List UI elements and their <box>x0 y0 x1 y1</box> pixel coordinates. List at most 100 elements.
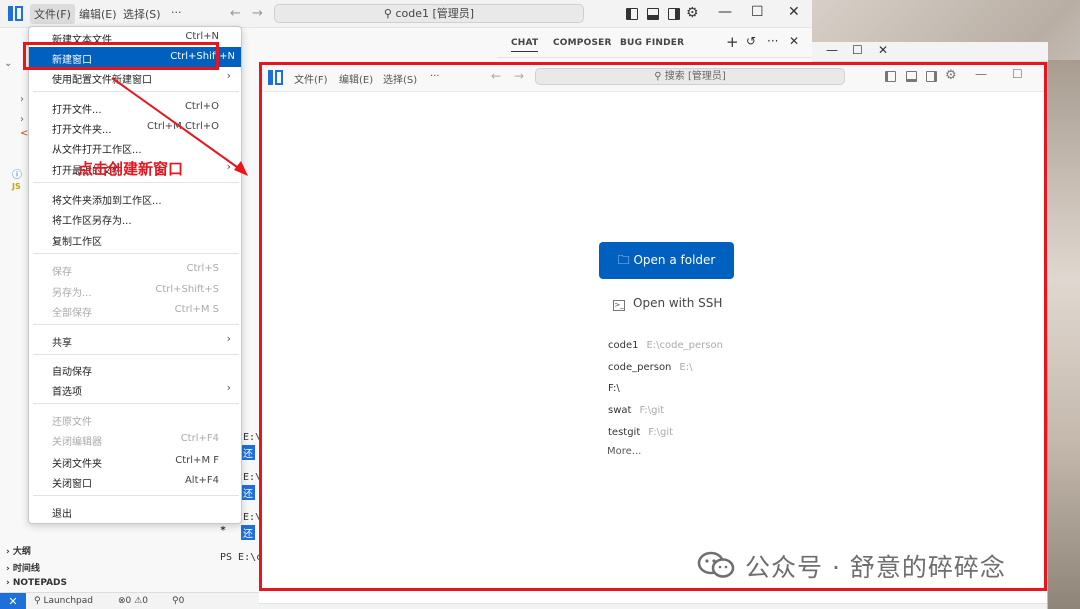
desktop-background-strip <box>1048 60 1080 609</box>
menu-item-label: 使用配置文件新建窗口 <box>52 75 152 86</box>
chevron-down-icon[interactable]: ⌄ <box>4 58 12 69</box>
menu-item-auto-save[interactable]: 自动保存 <box>29 359 241 379</box>
ports-status[interactable]: ⚲0 <box>172 596 184 606</box>
highlight-box-new-window-result <box>259 62 1047 591</box>
terminal-bullet: * <box>220 525 227 536</box>
section-outline[interactable]: › 大纲 <box>6 544 31 557</box>
toggle-sidebar-icon[interactable] <box>626 8 638 20</box>
menu-item-label: 退出 <box>52 509 72 520</box>
toggle-panel-icon[interactable] <box>647 8 659 20</box>
menu-item-save-as: 另存为... Ctrl+Shift+S <box>29 280 241 300</box>
remote-icon[interactable]: ✕ <box>0 593 26 609</box>
menu-item-open-folder[interactable]: 打开文件夹... Ctrl+M Ctrl+O <box>29 117 241 137</box>
launchpad-label: Launchpad <box>43 596 93 606</box>
menu-item-share[interactable]: 共享 › <box>29 330 241 350</box>
file-js-icon[interactable]: JS <box>12 182 21 191</box>
terminal-highlight: 还 <box>241 445 255 460</box>
menu-item-open-file[interactable]: 打开文件... Ctrl+O <box>29 97 241 117</box>
menu-item-duplicate-workspace[interactable]: 复制工作区 <box>29 229 241 249</box>
history-icon[interactable]: ↺ <box>746 34 756 48</box>
menu-item-label: 关闭文件夹 <box>52 459 102 470</box>
menu-item-close-window[interactable]: 关闭窗口 Alt+F4 <box>29 471 241 491</box>
menu-item-shortcut: Ctrl+M S <box>174 304 219 315</box>
menu-item-label: 关闭窗口 <box>52 479 92 490</box>
menu-item-close-folder[interactable]: 关闭文件夹 Ctrl+M F <box>29 451 241 471</box>
more-icon[interactable]: ··· <box>767 34 778 48</box>
info-icon[interactable]: ⓘ <box>12 166 22 181</box>
back-arrow-icon[interactable]: ← <box>230 6 241 21</box>
annotation-label: 点击创建新窗口 <box>78 160 184 178</box>
section-outline-label: 大纲 <box>12 547 31 557</box>
menu-item-new-window-profile[interactable]: 使用配置文件新建窗口 › <box>29 67 241 87</box>
minimize-icon[interactable]: — <box>826 43 838 57</box>
file-menu-dropdown: 新建文本文件 Ctrl+N 新建窗口 Ctrl+Shift+N 使用配置文件新建窗口… <box>28 26 242 524</box>
maximize-icon[interactable]: ☐ <box>751 4 764 20</box>
menu-item-save-workspace-as[interactable]: 将工作区另存为... <box>29 208 241 228</box>
menu-item-label: 打开文件夹... <box>52 125 112 136</box>
close-icon[interactable]: ✕ <box>788 4 800 20</box>
menu-item-shortcut: Ctrl+S <box>186 263 219 274</box>
section-notepads[interactable]: › NOTEPADS <box>6 578 67 588</box>
menu-item-exit[interactable]: 退出 <box>29 501 241 521</box>
menu-selection[interactable]: 选择(S) <box>123 6 161 22</box>
menu-separator <box>33 253 239 254</box>
menu-item-label: 另存为... <box>52 288 92 299</box>
chat-panel-tabs: CHAT COMPOSER BUG FINDER + ↺ ··· ✕ <box>497 28 812 58</box>
menu-item-label: 自动保存 <box>52 367 92 378</box>
tab-chat[interactable]: CHAT <box>511 38 539 52</box>
menu-item-add-folder-workspace[interactable]: 将文件夹添加到工作区... <box>29 188 241 208</box>
error-count: 0 <box>125 596 132 606</box>
menu-item-label: 复制工作区 <box>52 237 102 248</box>
chevron-right-icon: › <box>6 578 13 588</box>
command-search[interactable]: ⚲ code1 [管理员] <box>274 4 584 23</box>
menu-item-label: 关闭编辑器 <box>52 437 102 448</box>
explorer-strip: ⌄ › › <> ⓘ JS <box>0 28 37 588</box>
terminal-highlight: 还 <box>241 525 255 540</box>
menu-separator <box>33 182 239 183</box>
warning-count: 0 <box>142 596 148 606</box>
menu-item-save: 保存 Ctrl+S <box>29 259 241 279</box>
close-icon[interactable]: ✕ <box>878 43 888 57</box>
chevron-right-icon: › <box>6 564 13 574</box>
menu-more[interactable]: ··· <box>171 6 182 19</box>
menu-separator <box>33 354 239 355</box>
menu-item-label: 共享 <box>52 338 72 349</box>
forward-arrow-icon[interactable]: → <box>252 6 263 21</box>
chevron-right-icon[interactable]: › <box>20 114 24 125</box>
toggle-secondary-sidebar-icon[interactable] <box>668 8 680 20</box>
menu-item-shortcut: Ctrl+M F <box>175 455 219 466</box>
launchpad-status[interactable]: ⚲ Launchpad <box>34 596 93 606</box>
menu-item-label: 从文件打开工作区... <box>52 145 142 156</box>
error-icon: ⊗ <box>118 596 126 606</box>
menu-item-label: 打开文件... <box>52 105 102 116</box>
chevron-right-icon: › <box>226 69 231 82</box>
tab-composer[interactable]: COMPOSER <box>553 38 612 48</box>
close-panel-icon[interactable]: ✕ <box>789 34 799 48</box>
search-icon: ⚲ <box>383 7 392 20</box>
problems-status[interactable]: ⊗0 ⚠0 <box>118 596 148 606</box>
menu-item-shortcut: Ctrl+N <box>185 31 219 42</box>
section-timeline[interactable]: › 时间线 <box>6 561 40 574</box>
tab-bug-finder[interactable]: BUG FINDER <box>620 38 684 48</box>
add-chat-icon[interactable]: + <box>726 33 739 51</box>
menu-file[interactable]: 文件(F) <box>30 4 75 24</box>
menu-separator <box>33 324 239 325</box>
minimize-icon[interactable]: — <box>718 4 732 20</box>
section-notepads-label: NOTEPADS <box>12 578 68 588</box>
highlight-box-new-window <box>23 42 219 70</box>
menu-separator <box>33 403 239 404</box>
status-bar: ✕ ⚲ Launchpad ⊗0 ⚠0 ⚲0 <box>0 592 260 609</box>
menu-item-open-workspace[interactable]: 从文件打开工作区... <box>29 137 241 157</box>
search-label: code1 [管理员] <box>395 7 475 20</box>
menu-item-label: 将文件夹添加到工作区... <box>52 196 162 207</box>
settings-gear-icon[interactable]: ⚙ <box>686 5 699 21</box>
main-titlebar: 文件(F) 编辑(E) 选择(S) ··· ← → ⚲ code1 [管理员] … <box>0 0 812 28</box>
terminal-prompt: PS E:\c <box>220 552 263 563</box>
menu-edit[interactable]: 编辑(E) <box>79 6 117 22</box>
app-logo-icon <box>8 6 23 21</box>
menu-item-preferences[interactable]: 首选项 › <box>29 379 241 399</box>
menu-separator <box>33 495 239 496</box>
chevron-right-icon[interactable]: › <box>20 94 24 105</box>
ports-icon: ⚲ <box>172 596 179 606</box>
maximize-icon[interactable]: ☐ <box>852 43 863 57</box>
